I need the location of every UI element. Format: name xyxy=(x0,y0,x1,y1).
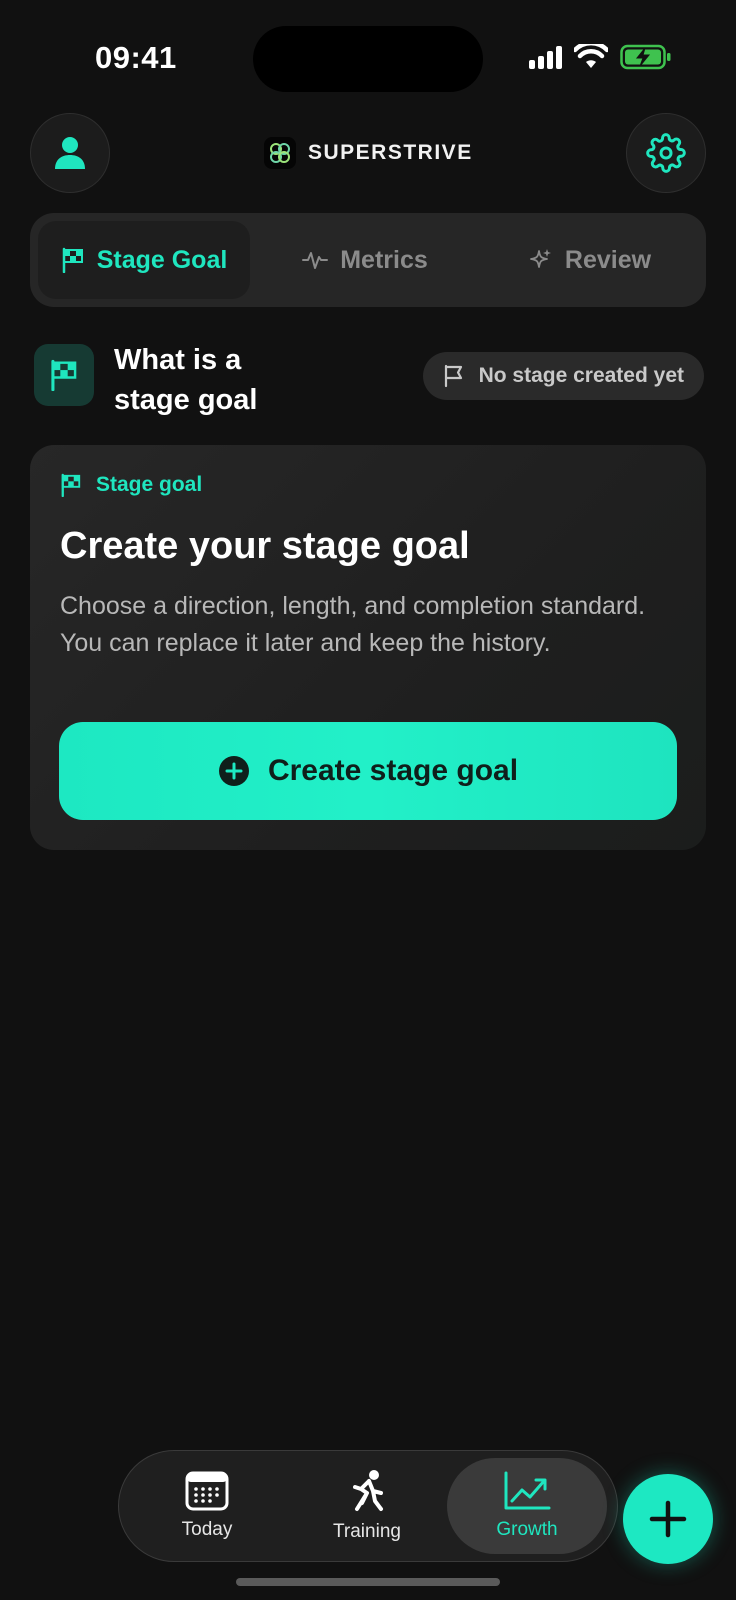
wifi-icon xyxy=(574,44,608,68)
tab-review[interactable]: Review xyxy=(480,221,698,299)
app-header: SUPERSTRIVE xyxy=(0,113,736,193)
tab-label: Stage Goal xyxy=(96,245,228,274)
status-icons xyxy=(529,44,672,70)
plus-circle-icon xyxy=(218,756,249,786)
card-description: Choose a direction, length, and completi… xyxy=(60,592,646,657)
nav-item-growth[interactable]: Growth xyxy=(447,1458,607,1554)
nav-item-today[interactable]: Today xyxy=(127,1458,287,1554)
what-is-stage-goal-link[interactable]: What is a stage goal xyxy=(114,340,304,420)
create-stage-goal-button[interactable]: Create stage goal xyxy=(59,722,677,820)
flag-icon xyxy=(444,364,462,388)
running-person-icon xyxy=(353,1470,383,1511)
create-stage-goal-card: Stage goal Create your stage goal Choose… xyxy=(30,445,706,850)
status-badge: No stage created yet xyxy=(422,352,704,400)
nav-label: Training xyxy=(333,1521,401,1542)
tab-metrics[interactable]: Metrics xyxy=(250,221,480,299)
nav-label: Today xyxy=(181,1519,233,1540)
stage-goal-info-row: What is a stage goal No stage created ye… xyxy=(34,340,704,420)
tab-label: Review xyxy=(564,245,652,274)
nav-label: Growth xyxy=(496,1519,558,1540)
status-time: 09:41 xyxy=(95,40,177,75)
info-icon-box[interactable] xyxy=(34,344,94,406)
plus-icon xyxy=(649,1500,687,1538)
profile-button[interactable] xyxy=(30,113,110,193)
checkered-flag-icon xyxy=(62,247,83,273)
gear-icon xyxy=(646,133,686,173)
brand: SUPERSTRIVE xyxy=(264,137,473,169)
home-indicator xyxy=(236,1578,500,1586)
calendar-icon xyxy=(185,1471,229,1511)
card-label: Stage goal xyxy=(60,473,202,497)
person-icon xyxy=(55,137,85,169)
add-button[interactable] xyxy=(623,1474,713,1564)
tab-stage-goal[interactable]: Stage Goal xyxy=(38,221,250,299)
checkered-flag-icon xyxy=(61,473,81,497)
segment-tabs: Stage Goal Metrics Review xyxy=(30,213,706,307)
card-label-text: Stage goal xyxy=(96,473,203,496)
bottom-nav: Today Training Growth xyxy=(118,1450,618,1562)
settings-button[interactable] xyxy=(626,113,706,193)
checkered-flag-icon xyxy=(51,359,77,391)
cellular-signal-icon xyxy=(529,45,562,69)
dynamic-island xyxy=(253,26,483,92)
card-title: Create your stage goal xyxy=(60,525,470,567)
status-badge-text: No stage created yet xyxy=(478,364,684,387)
brand-logo-icon xyxy=(264,137,296,169)
status-bar: 09:41 xyxy=(0,0,736,110)
battery-charging-icon xyxy=(620,44,671,70)
create-button-label: Create stage goal xyxy=(267,754,519,787)
nav-item-training[interactable]: Training xyxy=(287,1458,447,1554)
trending-chart-icon xyxy=(504,1471,551,1510)
sparkle-icon xyxy=(530,249,551,268)
brand-name: SUPERSTRIVE xyxy=(308,141,473,164)
tab-label: Metrics xyxy=(340,245,428,274)
pulse-icon xyxy=(302,252,329,269)
